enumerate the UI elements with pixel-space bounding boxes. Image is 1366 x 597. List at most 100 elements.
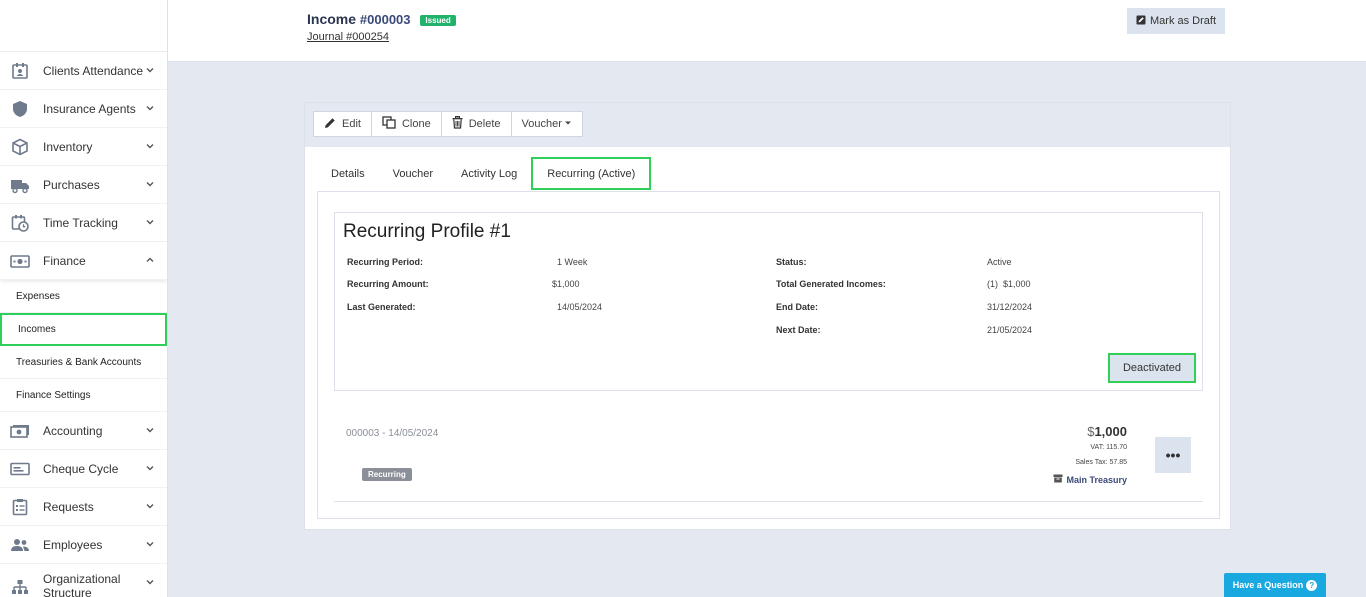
generated-income-row[interactable]: 000003 - 14/05/2024 Recurring $1,000 VAT… bbox=[334, 412, 1203, 502]
users-icon bbox=[10, 535, 30, 555]
sidebar-item-purchases[interactable]: Purchases bbox=[0, 166, 167, 204]
question-icon: ? bbox=[1306, 579, 1318, 591]
more-actions-button[interactable]: ••• bbox=[1155, 437, 1191, 473]
truck-icon bbox=[10, 175, 30, 195]
page-header: Income #000003 Issued Journal #000254 Ma… bbox=[168, 0, 1366, 62]
sidebar-item-requests[interactable]: Requests bbox=[0, 488, 167, 526]
tab-voucher[interactable]: Voucher bbox=[379, 157, 447, 191]
sidebar-item-label: Purchases bbox=[43, 177, 100, 192]
sidebar-item-label: Employees bbox=[43, 537, 103, 552]
chevron-down-icon bbox=[145, 576, 155, 590]
tab-activity-log[interactable]: Activity Log bbox=[447, 157, 531, 191]
help-label: Have a Question bbox=[1232, 580, 1304, 590]
sidebar-item-label: Insurance Agents bbox=[43, 101, 136, 116]
mark-as-draft-button[interactable]: Mark as Draft bbox=[1127, 8, 1226, 34]
status-label: Status: bbox=[776, 257, 807, 267]
trash-icon bbox=[452, 116, 463, 132]
action-toolbar: Edit Clone Delete Voucher bbox=[305, 103, 1230, 147]
sidebar-item-label: Organizational Structure bbox=[43, 572, 121, 597]
calendar-clock-icon bbox=[10, 213, 30, 233]
journal-link[interactable]: Journal #000254 bbox=[307, 31, 389, 43]
sidebar-subitem-treasuries[interactable]: Treasuries & Bank Accounts bbox=[0, 346, 167, 379]
mark-as-draft-label: Mark as Draft bbox=[1150, 15, 1217, 27]
voucher-dropdown[interactable]: Voucher bbox=[510, 111, 583, 137]
sidebar-item-clients-attendance[interactable]: Clients Attendance bbox=[0, 52, 167, 90]
clone-button[interactable]: Clone bbox=[370, 111, 442, 137]
status-value: Active bbox=[987, 257, 1012, 267]
income-card: Edit Clone Delete Voucher Details Vouche… bbox=[304, 102, 1231, 530]
chevron-down-icon bbox=[145, 64, 155, 78]
clipboard-icon bbox=[10, 497, 30, 517]
tab-recurring[interactable]: Recurring (Active) bbox=[531, 157, 652, 190]
delete-button[interactable]: Delete bbox=[440, 111, 512, 137]
sidebar-subitem-finance-settings[interactable]: Finance Settings bbox=[0, 379, 167, 412]
amount-value: 1,000 bbox=[1094, 424, 1127, 439]
sidebar-item-inventory[interactable]: Inventory bbox=[0, 128, 167, 166]
archive-icon bbox=[1053, 474, 1063, 485]
recurring-badge: Recurring bbox=[362, 468, 412, 481]
voucher-label: Voucher bbox=[521, 118, 562, 130]
chevron-down-icon bbox=[145, 140, 155, 154]
vat-value: VAT: 115.70 bbox=[1090, 444, 1127, 451]
sidebar-item-label: Clients Attendance bbox=[43, 63, 144, 78]
have-a-question-button[interactable]: Have a Question ? bbox=[1224, 573, 1326, 597]
sidebar-item-insurance-agents[interactable]: Insurance Agents bbox=[0, 90, 167, 128]
recurring-period-value: 1 Week bbox=[557, 257, 588, 267]
sidebar: Clients Attendance Insurance Agents Inve… bbox=[0, 0, 168, 597]
caret-down-icon bbox=[564, 118, 572, 130]
tab-details[interactable]: Details bbox=[317, 157, 379, 191]
income-number: #000003 bbox=[359, 12, 411, 27]
edit-square-icon bbox=[1136, 15, 1146, 28]
sales-tax-value: Sales Tax: 57.85 bbox=[1075, 459, 1127, 466]
chevron-down-icon bbox=[145, 216, 155, 230]
next-date-label: Next Date: bbox=[776, 325, 821, 335]
finance-submenu: Expenses Incomes Treasuries & Bank Accou… bbox=[0, 280, 167, 412]
last-generated-label: Last Generated: bbox=[347, 302, 416, 312]
recurring-amount-label: Recurring Amount: bbox=[347, 279, 429, 289]
last-generated-value: 14/05/2024 bbox=[557, 302, 603, 312]
org-chart-icon bbox=[10, 578, 30, 597]
shield-icon bbox=[10, 99, 30, 119]
sidebar-item-organizational-structure[interactable]: Organizational Structure bbox=[0, 564, 167, 597]
money-icon bbox=[10, 251, 30, 271]
sidebar-item-label: Cheque Cycle bbox=[43, 461, 119, 476]
sidebar-item-cheque-cycle[interactable]: Cheque Cycle bbox=[0, 450, 167, 488]
treasury: Main Treasury bbox=[1053, 474, 1127, 485]
pencil-icon bbox=[324, 117, 336, 132]
tab-bar: Details Voucher Activity Log Recurring (… bbox=[317, 157, 652, 191]
cheque-icon bbox=[10, 459, 30, 479]
chevron-down-icon bbox=[145, 178, 155, 192]
chevron-down-icon bbox=[145, 538, 155, 552]
clone-label: Clone bbox=[401, 118, 431, 130]
recurring-amount-value: $1,000 bbox=[552, 279, 580, 289]
cash-icon bbox=[10, 421, 30, 441]
box-icon bbox=[10, 137, 30, 157]
income-amount: $1,000 bbox=[1087, 424, 1127, 439]
profile-title: Recurring Profile #1 bbox=[343, 221, 511, 242]
sidebar-subitem-expenses[interactable]: Expenses bbox=[0, 280, 167, 313]
sidebar-item-label: Time Tracking bbox=[43, 215, 118, 230]
end-date-label: End Date: bbox=[776, 302, 819, 312]
chevron-down-icon bbox=[145, 424, 155, 438]
income-title: Income bbox=[307, 11, 357, 27]
sidebar-item-accounting[interactable]: Accounting bbox=[0, 412, 167, 450]
sidebar-item-label: Finance bbox=[43, 253, 86, 268]
deactivate-button[interactable]: Deactivated bbox=[1108, 353, 1196, 383]
sidebar-item-finance[interactable]: Finance bbox=[0, 242, 167, 280]
chevron-down-icon bbox=[145, 500, 155, 514]
chevron-down-icon bbox=[145, 462, 155, 476]
edit-button[interactable]: Edit bbox=[313, 111, 372, 137]
recurring-profile: Recurring Profile #1 Recurring Period: 1… bbox=[334, 212, 1203, 391]
sidebar-item-label: Requests bbox=[43, 499, 94, 514]
sidebar-item-time-tracking[interactable]: Time Tracking bbox=[0, 204, 167, 242]
recurring-period-label: Recurring Period: bbox=[347, 257, 424, 267]
page-title: Income #000003 Issued bbox=[307, 11, 456, 27]
end-date-value: 31/12/2024 bbox=[987, 302, 1033, 312]
calendar-user-icon bbox=[10, 61, 30, 81]
sidebar-top bbox=[0, 0, 167, 52]
sidebar-item-employees[interactable]: Employees bbox=[0, 526, 167, 564]
clone-icon bbox=[382, 116, 396, 132]
sidebar-item-label: Accounting bbox=[43, 423, 103, 438]
sidebar-subitem-incomes[interactable]: Incomes bbox=[0, 313, 167, 346]
treasury-label: Main Treasury bbox=[1066, 474, 1127, 485]
